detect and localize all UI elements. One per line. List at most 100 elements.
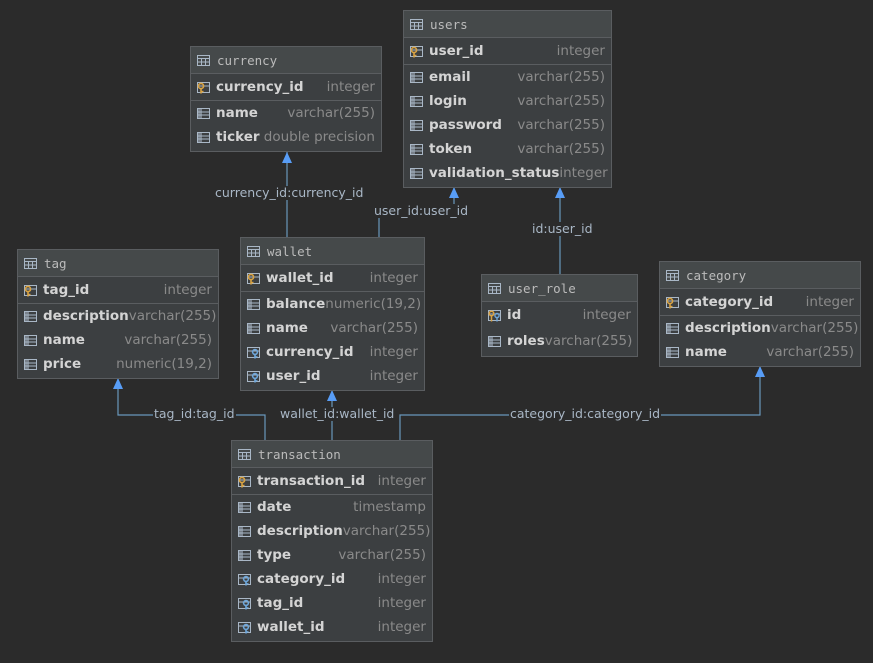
column-row-balance[interactable]: balance numeric(19,2) <box>241 292 424 316</box>
column-name: user_id <box>429 43 484 59</box>
column-row-currency-id[interactable]: currency_id integer <box>191 74 381 100</box>
column-row-roles[interactable]: roles varchar(255) <box>482 328 637 354</box>
table-header[interactable]: users <box>404 11 611 38</box>
table-name: user_role <box>508 280 576 296</box>
relation-label: wallet_id:wallet_id <box>279 406 396 421</box>
column-icon <box>666 346 679 359</box>
column-row-date[interactable]: date timestamp <box>232 495 432 519</box>
primary-foreign-key-icon <box>488 309 501 322</box>
table-currency[interactable]: currency currency_id integer name varchar(25… <box>190 46 382 152</box>
table-icon <box>24 257 37 270</box>
column-row-name[interactable]: name varchar(255) <box>191 101 381 125</box>
column-row-description[interactable]: description varchar(255) <box>18 304 218 328</box>
table-category[interactable]: category category_id integer description var… <box>659 261 861 367</box>
column-name: user_id <box>266 368 321 384</box>
columns-section: name varchar(255) ticker double precision <box>191 101 381 149</box>
column-type: integer <box>377 619 426 635</box>
column-name: token <box>429 141 473 157</box>
columns-section: balance numeric(19,2) name varchar(255) curr… <box>241 292 424 388</box>
column-row-wallet-id[interactable]: wallet_id integer <box>241 265 424 291</box>
column-row-category-id[interactable]: category_id integer <box>232 567 432 591</box>
table-user-role[interactable]: user_role id integer roles varchar(255) <box>481 274 638 357</box>
table-icon <box>488 282 501 295</box>
column-icon <box>410 143 423 156</box>
table-name: tag <box>44 255 67 271</box>
table-icon <box>666 269 679 282</box>
column-name: category_id <box>257 571 346 587</box>
column-icon <box>488 335 501 348</box>
column-row-name[interactable]: name varchar(255) <box>660 340 860 364</box>
column-name: balance <box>266 296 326 312</box>
column-name: login <box>429 93 467 109</box>
arrow-head-icon <box>449 187 459 198</box>
column-row-currency-id[interactable]: currency_id integer <box>241 340 424 364</box>
column-type: integer <box>369 344 418 360</box>
table-header[interactable]: wallet <box>241 238 424 265</box>
primary-key-section: transaction_id integer <box>232 468 432 495</box>
column-row-user-id[interactable]: user_id integer <box>241 364 424 388</box>
column-type: numeric(19,2) <box>325 296 422 312</box>
column-type: varchar(255) <box>287 105 375 121</box>
column-row-wallet-id[interactable]: wallet_id integer <box>232 615 432 639</box>
columns-section: date timestamp description varchar(255) type… <box>232 495 432 639</box>
column-icon <box>197 131 210 144</box>
column-name: wallet_id <box>266 270 334 286</box>
column-row-tag-id[interactable]: tag_id integer <box>18 277 218 303</box>
table-header[interactable]: transaction <box>232 441 432 468</box>
relation-label: category_id:category_id <box>509 406 662 421</box>
column-row-category-id[interactable]: category_id integer <box>660 289 860 315</box>
primary-key-section: user_id integer <box>404 38 611 65</box>
column-type: numeric(19,2) <box>116 356 212 372</box>
foreign-key-icon <box>247 346 260 359</box>
table-wallet[interactable]: wallet wallet_id integer balance numeric(19,… <box>240 237 425 391</box>
column-name: currency_id <box>266 344 354 360</box>
primary-key-icon <box>247 272 260 285</box>
arrow-head-icon <box>755 366 765 377</box>
column-icon <box>24 310 37 323</box>
column-row-tag-id[interactable]: tag_id integer <box>232 591 432 615</box>
relation-line-transaction-category[interactable] <box>399 366 761 440</box>
table-transaction[interactable]: transaction transaction_id integer date time… <box>231 440 433 642</box>
column-row-user-id[interactable]: user_id integer <box>404 38 611 64</box>
table-name: currency <box>217 52 278 68</box>
table-header[interactable]: currency <box>191 47 381 74</box>
relation-label: tag_id:tag_id <box>153 406 236 421</box>
column-name: transaction_id <box>257 473 365 489</box>
primary-key-icon <box>238 475 251 488</box>
primary-key-icon <box>666 296 679 309</box>
column-row-id[interactable]: id integer <box>482 302 637 328</box>
table-icon <box>238 448 251 461</box>
column-row-price[interactable]: price numeric(19,2) <box>18 352 218 376</box>
column-row-login[interactable]: login varchar(255) <box>404 89 611 113</box>
table-header[interactable]: user_role <box>482 275 637 302</box>
column-row-validation-status[interactable]: validation_status integer <box>404 161 611 185</box>
column-name: description <box>43 308 129 324</box>
column-row-name[interactable]: name varchar(255) <box>18 328 218 352</box>
column-row-password[interactable]: password varchar(255) <box>404 113 611 137</box>
table-name: category <box>686 267 747 283</box>
column-name: password <box>429 117 502 133</box>
column-row-description[interactable]: description varchar(255) <box>660 316 860 340</box>
table-users[interactable]: users user_id integer email varchar(255) logi… <box>403 10 612 188</box>
column-row-transaction-id[interactable]: transaction_id integer <box>232 468 432 494</box>
primary-key-icon <box>410 45 423 58</box>
column-name: currency_id <box>216 79 304 95</box>
column-row-type[interactable]: type varchar(255) <box>232 543 432 567</box>
column-icon <box>247 298 260 311</box>
column-row-name[interactable]: name varchar(255) <box>241 316 424 340</box>
column-row-token[interactable]: token varchar(255) <box>404 137 611 161</box>
foreign-key-icon <box>238 573 251 586</box>
column-row-email[interactable]: email varchar(255) <box>404 65 611 89</box>
column-name: type <box>257 547 292 563</box>
column-row-ticker[interactable]: ticker double precision <box>191 125 381 149</box>
table-header[interactable]: category <box>660 262 860 289</box>
column-icon <box>24 358 37 371</box>
column-type: varchar(255) <box>770 320 859 336</box>
table-tag[interactable]: tag tag_id integer description varchar(255) n… <box>17 249 219 379</box>
table-header[interactable]: tag <box>18 250 218 277</box>
arrow-head-icon <box>113 378 123 389</box>
primary-key-icon <box>24 284 37 297</box>
column-icon <box>410 119 423 132</box>
column-name: id <box>507 307 522 323</box>
column-row-description[interactable]: description varchar(255) <box>232 519 432 543</box>
